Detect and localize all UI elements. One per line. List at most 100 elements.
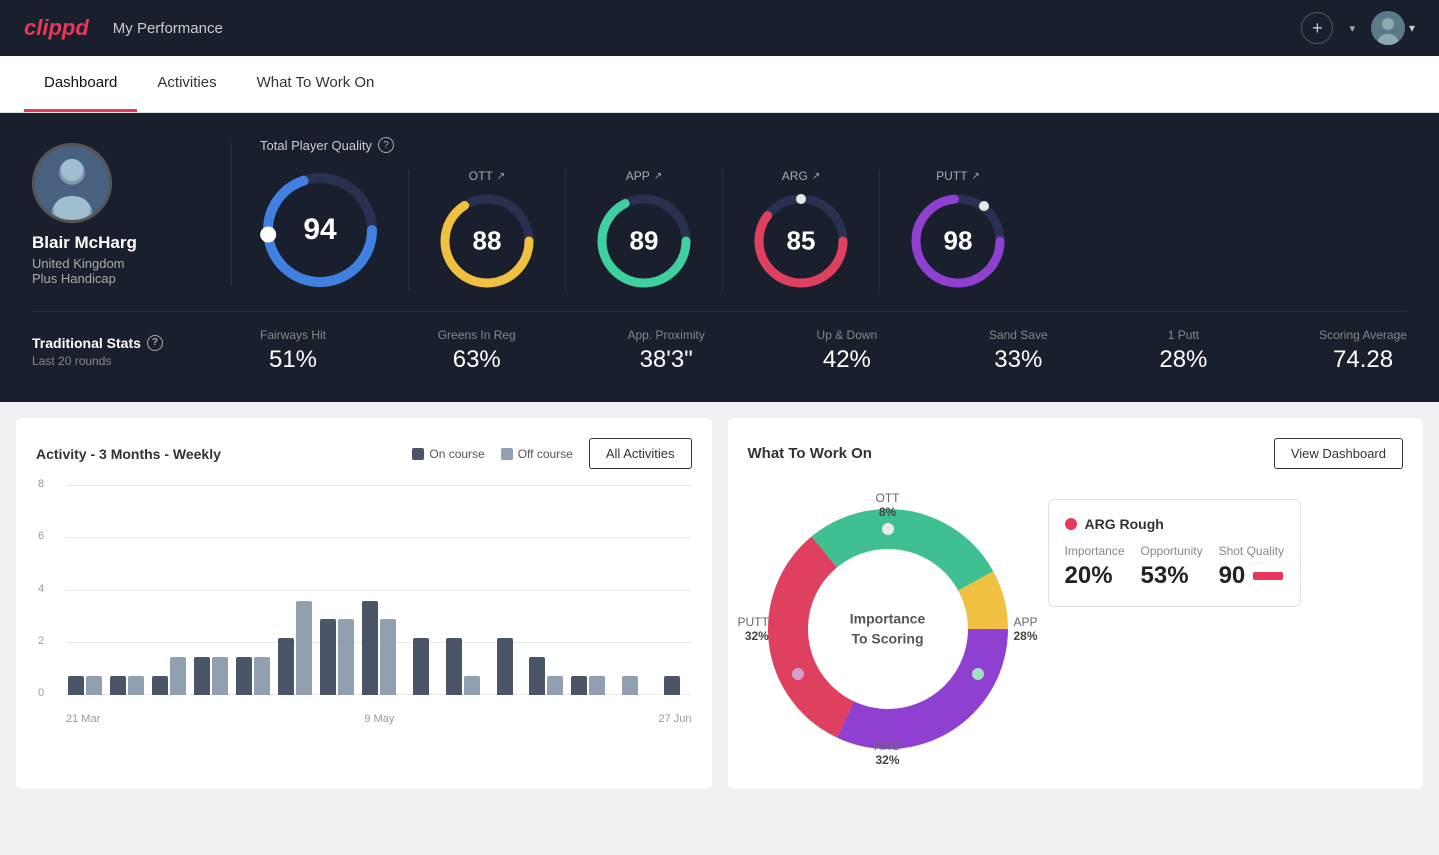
player-name: Blair McHarg — [32, 233, 137, 253]
chart-header: Activity - 3 Months - Weekly On course O… — [36, 438, 692, 469]
player-country: United Kingdom — [32, 256, 125, 271]
activity-chart-card: Activity - 3 Months - Weekly On course O… — [16, 418, 712, 789]
work-detail: ARG Rough Importance 20% Opportunity 53%… — [1048, 489, 1404, 769]
gauge-arg: ARG ↗ 85 — [723, 169, 880, 291]
bar-off-course — [254, 657, 270, 695]
bar-off-course — [547, 676, 563, 695]
bar-on-course — [571, 676, 587, 695]
bar-on-course — [110, 676, 126, 695]
legend-on-course: On course — [412, 447, 484, 461]
tab-activities[interactable]: Activities — [137, 56, 236, 112]
bar-on-course — [529, 657, 545, 695]
trad-item-4: Sand Save 33% — [989, 328, 1048, 374]
gauge-total: 94 — [260, 170, 409, 290]
bar-off-course — [338, 619, 354, 695]
detail-metrics: Importance 20% Opportunity 53% Shot Qual… — [1065, 544, 1284, 590]
view-dashboard-button[interactable]: View Dashboard — [1274, 438, 1403, 469]
bars-area — [66, 485, 692, 695]
bar-off-course — [622, 676, 638, 695]
bar-on-course — [320, 619, 336, 695]
trad-label-sub: Last 20 rounds — [32, 354, 208, 368]
bar-on-course — [152, 676, 168, 695]
trad-help-icon[interactable]: ? — [147, 335, 163, 351]
gauge-circle-arg: 85 — [751, 191, 851, 291]
quality-section: Total Player Quality ? 94 — [232, 137, 1407, 291]
bar-off-course — [170, 657, 186, 695]
gauge-label-putt: PUTT ↗ — [936, 169, 980, 183]
grid-label-0: 0 — [38, 687, 44, 699]
bar-off-course — [212, 657, 228, 695]
legend-off-course: Off course — [501, 447, 573, 461]
bottom-section: Activity - 3 Months - Weekly On course O… — [0, 402, 1439, 805]
bar-group — [276, 601, 315, 695]
bar-on-course — [68, 676, 84, 695]
chart-title: Activity - 3 Months - Weekly — [36, 446, 221, 462]
player-avatar — [32, 143, 112, 223]
gauge-ott: OTT ↗ 88 — [409, 169, 566, 291]
trad-item-0: Fairways Hit 51% — [260, 328, 326, 374]
donut-center-text: Importance To Scoring — [850, 609, 925, 648]
bar-group — [401, 638, 440, 695]
bar-group — [527, 657, 566, 695]
trad-items: Fairways Hit 51% Greens In Reg 63% App. … — [232, 328, 1407, 374]
gauge-circle-app: 89 — [594, 191, 694, 291]
x-labels: 21 Mar 9 May 27 Jun — [66, 713, 692, 725]
detail-card-title: ARG Rough — [1065, 516, 1284, 532]
detail-metric-importance: Importance 20% — [1065, 544, 1125, 590]
logo: clippd — [24, 15, 89, 41]
avatar-dropdown-arrow: ▾ — [1409, 21, 1415, 35]
what-to-work-on-card: What To Work On View Dashboard — [728, 418, 1424, 789]
bar-on-course — [664, 676, 680, 695]
grid-label-2: 2 — [38, 635, 44, 647]
bar-on-course — [194, 657, 210, 695]
gauge-putt: PUTT ↗ 98 — [880, 169, 1036, 291]
grid-label-4: 4 — [38, 583, 44, 595]
all-activities-button[interactable]: All Activities — [589, 438, 692, 469]
donut-label-putt: PUTT 32% — [738, 615, 769, 643]
donut-label-arg: ARG 32% — [874, 739, 900, 767]
quality-help-icon[interactable]: ? — [378, 137, 394, 153]
trad-item-6: Scoring Average 74.28 — [1319, 328, 1407, 374]
user-avatar-button[interactable]: ▾ — [1371, 11, 1415, 45]
bar-on-course — [278, 638, 294, 695]
trad-item-3: Up & Down 42% — [817, 328, 878, 374]
bar-group — [66, 676, 105, 695]
tab-what-to-work-on[interactable]: What To Work On — [237, 56, 395, 112]
gauge-label-app: APP ↗ — [626, 169, 662, 183]
bar-group — [485, 638, 524, 695]
gauge-value-app: 89 — [630, 226, 659, 257]
detail-card: ARG Rough Importance 20% Opportunity 53%… — [1048, 499, 1301, 607]
gauge-value-putt: 98 — [944, 226, 973, 257]
header-right: + ▾ ▾ — [1301, 11, 1415, 45]
bar-group — [653, 676, 692, 695]
quality-gauges: 94 OTT ↗ 88 — [260, 169, 1407, 291]
app-arrow-icon: ↗ — [654, 171, 662, 182]
plus-icon: + — [1312, 18, 1323, 39]
trad-item-2: App. Proximity 38'3" — [627, 328, 704, 374]
bar-group — [611, 676, 650, 695]
putt-arrow-icon: ↗ — [971, 171, 979, 182]
trad-label-title: Traditional Stats ? — [32, 335, 208, 351]
gauge-label-arg: ARG ↗ — [782, 169, 820, 183]
header-left: clippd My Performance — [24, 15, 223, 41]
stats-top: Blair McHarg United Kingdom Plus Handica… — [32, 137, 1407, 291]
header: clippd My Performance + ▾ ▾ — [0, 0, 1439, 56]
quality-title: Total Player Quality ? — [260, 137, 1407, 153]
bar-on-course — [446, 638, 462, 695]
detail-metric-opportunity: Opportunity 53% — [1141, 544, 1203, 590]
avatar — [1371, 11, 1405, 45]
gauge-value-ott: 88 — [473, 226, 502, 257]
add-button[interactable]: + — [1301, 12, 1333, 44]
shot-quality-indicator — [1253, 572, 1283, 580]
red-dot-icon — [1065, 518, 1077, 530]
bar-group — [569, 676, 608, 695]
tab-dashboard[interactable]: Dashboard — [24, 56, 137, 112]
x-label-0: 21 Mar — [66, 713, 100, 725]
bar-off-course — [589, 676, 605, 695]
gauge-app: APP ↗ 89 — [566, 169, 723, 291]
work-title: What To Work On — [748, 445, 872, 462]
chart-controls: On course Off course All Activities — [412, 438, 691, 469]
player-info: Blair McHarg United Kingdom Plus Handica… — [32, 143, 232, 286]
gauge-label-ott: OTT ↗ — [469, 169, 505, 183]
bar-off-course — [86, 676, 102, 695]
